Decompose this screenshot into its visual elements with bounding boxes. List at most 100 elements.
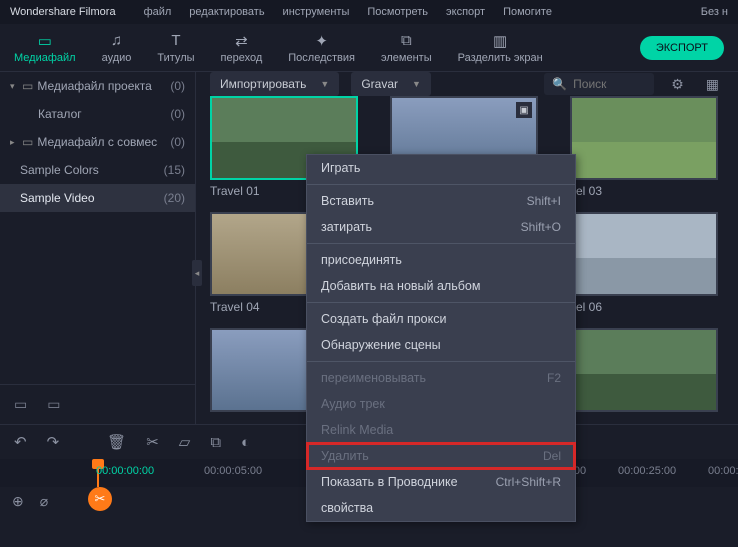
- clip-badge-icon: ▣: [516, 102, 532, 118]
- timeline-tick: 00:00:25:00: [618, 465, 676, 477]
- context-menu-label: Добавить на новый альбом: [321, 279, 480, 293]
- context-menu-item[interactable]: присоединять: [307, 247, 575, 273]
- toolbar: ▭Медиафайл ♫аудио T Титулы ⇄переход ✦Посл…: [0, 24, 738, 72]
- context-menu-separator: [307, 243, 575, 244]
- chevron-down-icon: ▼: [412, 79, 421, 89]
- search-box[interactable]: 🔍: [544, 73, 654, 95]
- menu-export[interactable]: экспорт: [446, 6, 485, 18]
- tool-effects[interactable]: ✦Последствия: [288, 32, 355, 64]
- sidebar-item-count: (0): [170, 135, 185, 149]
- open-folder-icon[interactable]: ▭: [47, 396, 60, 413]
- sidebar-item[interactable]: ▾▭Медиафайл проекта(0): [0, 72, 195, 100]
- timeline-tick: 00:00:30:0: [708, 465, 738, 477]
- sidebar-item-label: Sample Colors: [20, 163, 164, 177]
- menu-tools[interactable]: инструменты: [283, 6, 350, 18]
- cut-icon[interactable]: ✂: [146, 433, 159, 451]
- sidebar-item[interactable]: Каталог(0): [0, 100, 195, 128]
- sidebar-item-count: (15): [164, 163, 185, 177]
- context-menu-item[interactable]: Показать в Проводнике Ctrl+Shift+R: [307, 469, 575, 495]
- grid-view-icon[interactable]: ▦: [701, 73, 724, 96]
- tool-effects-label: Последствия: [288, 52, 355, 64]
- sidebar-item-label: Медиафайл проекта: [37, 79, 170, 93]
- context-menu-item[interactable]: затирать Shift+O: [307, 214, 575, 240]
- tool-elements-label: элементы: [381, 52, 432, 64]
- context-menu-item: Аудио трек: [307, 391, 575, 417]
- context-menu-label: затирать: [321, 220, 372, 234]
- context-menu-separator: [307, 302, 575, 303]
- crop-icon[interactable]: ▱: [179, 433, 191, 451]
- clip-name: vel 06: [570, 300, 718, 314]
- text-icon: T: [167, 32, 185, 50]
- media-clip[interactable]: vel 06: [570, 212, 718, 322]
- titlebar: Wondershare Filmora файл редактировать и…: [0, 0, 738, 24]
- media-clip[interactable]: vel 03: [570, 96, 718, 206]
- search-input[interactable]: [573, 77, 643, 91]
- context-menu-item[interactable]: ВставитьShift+I: [307, 188, 575, 214]
- sidebar-item[interactable]: Sample Video(20): [0, 184, 195, 212]
- transition-icon: ⇄: [232, 32, 250, 50]
- sidebar-item-label: Sample Video: [20, 191, 164, 205]
- context-menu-label: Обнаружение сцены: [321, 338, 441, 352]
- context-menu-label: присоединять: [321, 253, 402, 267]
- sidebar-bottom: ▭ ▭: [0, 384, 195, 424]
- main-menu: файл редактировать инструменты Посмотрет…: [144, 6, 552, 18]
- sidebar-item-count: (0): [170, 107, 185, 121]
- record-dropdown[interactable]: Gravar ▼: [351, 72, 431, 96]
- context-menu-item[interactable]: Создать файл прокси: [307, 306, 575, 332]
- elements-icon: ⧉: [397, 32, 415, 50]
- context-menu-item[interactable]: свойства: [307, 495, 575, 521]
- chevron-icon: ▸: [10, 137, 20, 148]
- tool-media[interactable]: ▭Медиафайл: [14, 32, 76, 64]
- context-menu-label: Аудио трек: [321, 397, 385, 411]
- menu-file[interactable]: файл: [144, 6, 172, 18]
- sidebar-item-count: (0): [170, 79, 185, 93]
- timeline-link-icon[interactable]: ⌀: [40, 493, 48, 510]
- new-folder-icon[interactable]: ▭: [14, 396, 27, 413]
- tool-media-label: Медиафайл: [14, 52, 76, 64]
- export-button[interactable]: ЭКСПОРТ: [640, 36, 724, 60]
- context-menu-item: переименовыватьF2: [307, 365, 575, 391]
- delete-icon[interactable]: 🗑: [107, 433, 126, 451]
- tool-audio[interactable]: ♫аудио: [102, 32, 132, 64]
- context-menu-item: УдалитьDel: [307, 443, 575, 469]
- filter-icon[interactable]: ⚙: [666, 73, 689, 96]
- context-menu-label: Показать в Проводнике: [321, 475, 458, 489]
- sidebar-item[interactable]: Sample Colors(15): [0, 156, 195, 184]
- sidebar-list: ▾▭Медиафайл проекта(0)Каталог(0)▸▭Медиаф…: [0, 72, 195, 384]
- menu-view[interactable]: Посмотреть: [367, 6, 428, 18]
- tool-titles[interactable]: T Титулы: [157, 32, 194, 64]
- clip-thumbnail: [570, 328, 718, 412]
- timeline-tick: 00:00:05:00: [204, 465, 262, 477]
- context-menu-label: Играть: [321, 161, 360, 175]
- tool-split-label: Разделить экран: [458, 52, 543, 64]
- media-clip[interactable]: [570, 328, 718, 438]
- import-dropdown[interactable]: Импортировать▼: [210, 72, 339, 96]
- sidebar-item-label: Медиафайл с совмес: [37, 135, 170, 149]
- sidebar-item[interactable]: ▸▭Медиафайл с совмес(0): [0, 128, 195, 156]
- chevron-down-icon: ▼: [320, 79, 329, 89]
- record-label: Gravar: [361, 77, 398, 91]
- music-icon: ♫: [107, 32, 125, 50]
- menu-help[interactable]: Помогите: [503, 6, 552, 18]
- menu-edit[interactable]: редактировать: [189, 6, 264, 18]
- tool-split-screen[interactable]: ▥Разделить экран: [458, 32, 543, 64]
- context-menu-shortcut: Shift+O: [521, 220, 561, 234]
- tool-transition[interactable]: ⇄переход: [221, 32, 263, 64]
- timeline-tick: 00:00:00:00: [96, 465, 154, 477]
- context-menu-separator: [307, 361, 575, 362]
- timeline-add-icon[interactable]: ⊕: [12, 493, 24, 510]
- context-menu-item[interactable]: Играть: [307, 155, 575, 181]
- undo-icon[interactable]: ↶: [14, 433, 27, 451]
- scissor-badge-icon[interactable]: ✂: [88, 487, 112, 511]
- context-menu-item: Relink Media: [307, 417, 575, 443]
- sidebar-item-label: Каталог: [38, 107, 170, 121]
- tool-elements[interactable]: ⧉ элементы: [381, 32, 432, 64]
- redo-icon[interactable]: ↷: [47, 433, 60, 451]
- context-menu-item[interactable]: Добавить на новый альбом: [307, 273, 575, 299]
- context-menu-item[interactable]: Обнаружение сцены: [307, 332, 575, 358]
- tool-titles-label: Титулы: [157, 52, 194, 64]
- clip-thumbnail: [570, 96, 718, 180]
- context-menu-label: Создать файл прокси: [321, 312, 446, 326]
- context-menu-shortcut: Ctrl+Shift+R: [496, 475, 561, 489]
- context-menu-label: Удалить: [321, 449, 369, 463]
